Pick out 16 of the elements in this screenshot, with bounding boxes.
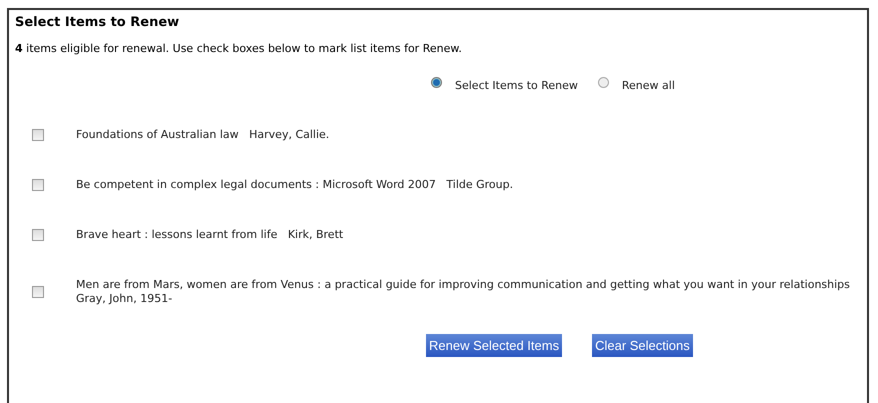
radio-button[interactable]	[598, 77, 609, 88]
radio-button[interactable]	[431, 77, 442, 88]
action-button[interactable]: Renew Selected Items	[426, 334, 562, 357]
checkbox[interactable]	[32, 179, 44, 191]
panel-title: Select Items to Renew	[15, 15, 180, 30]
item-text: Men are from Mars, women are from Venus : a practical guide for improving communication and getting what you want in your relationships Gray, John, 1951-	[76, 278, 851, 306]
item-text: Brave heart : lessons learnt from life Kirk, Brett	[76, 228, 344, 242]
action-button[interactable]: Clear Selections	[592, 334, 693, 357]
item-text: Foundations of Australian law Harvey, Callie.	[76, 128, 330, 142]
checkbox[interactable]	[32, 129, 44, 141]
intro-text: 4 items eligible for renewal. Use check boxes below to mark list items for Renew.	[15, 42, 463, 55]
checkbox[interactable]	[32, 229, 44, 241]
checkbox[interactable]	[32, 286, 44, 298]
item-text: Be competent in complex legal documents : Microsoft Word 2007 Tilde Group.	[76, 178, 514, 192]
radio-label: Select Items to Renew	[455, 79, 578, 92]
radio-label: Renew all	[622, 79, 675, 92]
